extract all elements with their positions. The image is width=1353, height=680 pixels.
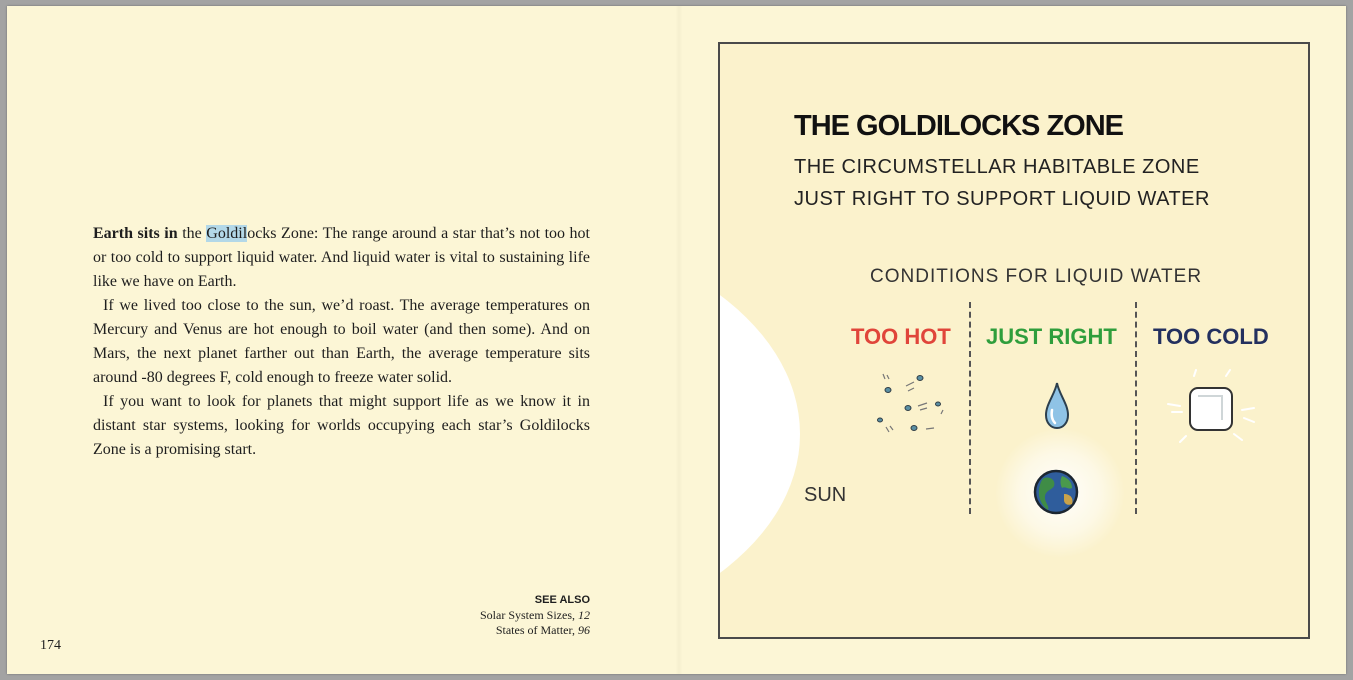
see-also-item[interactable]: Solar System Sizes, 12 xyxy=(387,608,590,623)
zone-label-just-right: Just right xyxy=(986,324,1117,349)
illustration-title: The Goldilocks Zone xyxy=(794,110,1124,142)
steam-icon xyxy=(877,373,944,433)
paragraph-1: Earth sits in the Goldilocks Zone: The r… xyxy=(93,222,590,294)
zone-label-too-cold: Too cold xyxy=(1153,324,1269,349)
selected-text-highlight[interactable]: Goldil xyxy=(206,225,248,242)
book-spread: Earth sits in the Goldilocks Zone: The r… xyxy=(7,6,1346,674)
see-also-heading: SEE ALSO xyxy=(534,594,590,606)
zone-divider xyxy=(1135,302,1137,514)
gutter xyxy=(675,6,683,674)
sun-shape xyxy=(720,224,800,637)
zone-divider xyxy=(969,302,971,514)
page-number: 174 xyxy=(40,638,61,653)
see-also: SEE ALSO Solar System Sizes, 12 States o… xyxy=(387,593,590,638)
paragraph-1-text-a: the xyxy=(177,225,207,242)
lead-in: Earth sits in xyxy=(93,225,178,242)
illustration-subtitle-1: The circumstellar habitable zone xyxy=(794,156,1200,178)
see-also-item[interactable]: States of Matter, 96 xyxy=(387,623,590,638)
ice-cube-icon xyxy=(1167,369,1255,443)
conditions-heading: Conditions for liquid water xyxy=(870,266,1203,287)
sun-label: Sun xyxy=(804,484,847,506)
water-drop-icon xyxy=(1044,382,1070,430)
paragraph-3: If you want to look for planets that mig… xyxy=(93,393,590,458)
paragraph-2: If we lived too close to the sun, we’d r… xyxy=(93,297,590,386)
zone-label-too-hot: Too hot xyxy=(851,324,951,349)
illustration-subtitle-2: Just right to support liquid water xyxy=(794,188,1210,210)
body-text: Earth sits in the Goldilocks Zone: The r… xyxy=(93,222,590,462)
earth-icon xyxy=(1033,469,1079,515)
goldilocks-illustration: The Goldilocks Zone The circumstellar ha… xyxy=(718,42,1310,639)
